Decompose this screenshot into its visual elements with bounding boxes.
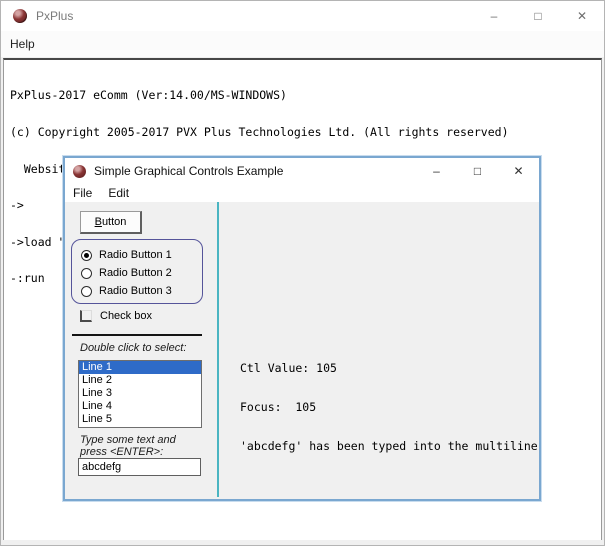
list-item[interactable]: Line 2: [79, 374, 201, 387]
console-line-banner: PxPlus-2017 eComm (Ver:14.00/MS-WINDOWS): [10, 89, 601, 101]
button-control[interactable]: Button: [80, 211, 142, 234]
checkbox-control[interactable]: Check box: [80, 309, 152, 323]
radio-selected-icon: [81, 250, 92, 261]
input-label-line-1: Type some text and: [80, 434, 176, 446]
menu-file[interactable]: File: [65, 184, 100, 202]
horizontal-separator: [72, 334, 202, 336]
dialog-content: Button Radio Button 1 Radio Button 2 Rad…: [65, 202, 539, 499]
output-focus: Focus: 105: [240, 401, 538, 414]
listbox-label: Double click to select:: [80, 342, 186, 354]
vertical-divider: [217, 202, 219, 497]
output-text: Ctl Value: 105 Focus: 105 'abcdefg' has …: [240, 336, 538, 479]
output-typed-message: 'abcdefg' has been typed into the multil…: [240, 440, 538, 453]
pxplus-logo-icon: [73, 165, 86, 178]
pxplus-logo-icon: [13, 9, 27, 23]
window-bottom-edge: [1, 540, 604, 545]
pxplus-window: PxPlus – □ ✕ Help PxPlus-2017 eComm (Ver…: [0, 0, 605, 546]
list-item[interactable]: Line 4: [79, 400, 201, 413]
input-label-line-2: press <ENTER>:: [80, 446, 163, 458]
radio-group: Radio Button 1 Radio Button 2 Radio Butt…: [71, 239, 203, 304]
main-titlebar: PxPlus – □ ✕: [1, 1, 604, 31]
dialog-titlebar: Simple Graphical Controls Example – □ ✕: [65, 158, 539, 184]
dialog-title: Simple Graphical Controls Example: [94, 164, 283, 178]
output-ctl-value: Ctl Value: 105: [240, 362, 538, 375]
radio-unselected-icon: [81, 286, 92, 297]
minimize-icon[interactable]: –: [416, 158, 457, 184]
radio-option-3[interactable]: Radio Button 3: [81, 284, 172, 298]
button-label-rest: utton: [102, 216, 126, 228]
radio-option-2[interactable]: Radio Button 2: [81, 266, 172, 280]
menu-edit[interactable]: Edit: [100, 184, 137, 202]
radio-unselected-icon: [81, 268, 92, 279]
menu-help[interactable]: Help: [1, 33, 44, 55]
listbox-control[interactable]: Line 1 Line 2 Line 3 Line 4 Line 5: [78, 360, 202, 428]
controls-example-dialog: Simple Graphical Controls Example – □ ✕ …: [63, 156, 541, 501]
dialog-window-controls: – □ ✕: [416, 158, 539, 184]
list-item[interactable]: Line 5: [79, 413, 201, 426]
list-item[interactable]: Line 1: [79, 361, 201, 374]
maximize-icon[interactable]: □: [516, 1, 560, 31]
minimize-icon[interactable]: –: [472, 1, 516, 31]
maximize-icon[interactable]: □: [457, 158, 498, 184]
close-icon[interactable]: ✕: [498, 158, 539, 184]
list-item[interactable]: Line 3: [79, 387, 201, 400]
dialog-menubar: File Edit: [65, 184, 539, 202]
main-menubar: Help: [1, 31, 604, 57]
button-mnemonic: B: [95, 216, 102, 228]
window-title: PxPlus: [36, 9, 73, 23]
checkbox-unchecked-icon: [80, 310, 92, 322]
radio-option-1[interactable]: Radio Button 1: [81, 248, 172, 262]
console-line-copyright: (c) Copyright 2005-2017 PVX Plus Technol…: [10, 126, 601, 138]
multiline-input[interactable]: [78, 458, 201, 476]
window-controls: – □ ✕: [472, 1, 604, 31]
close-icon[interactable]: ✕: [560, 1, 604, 31]
